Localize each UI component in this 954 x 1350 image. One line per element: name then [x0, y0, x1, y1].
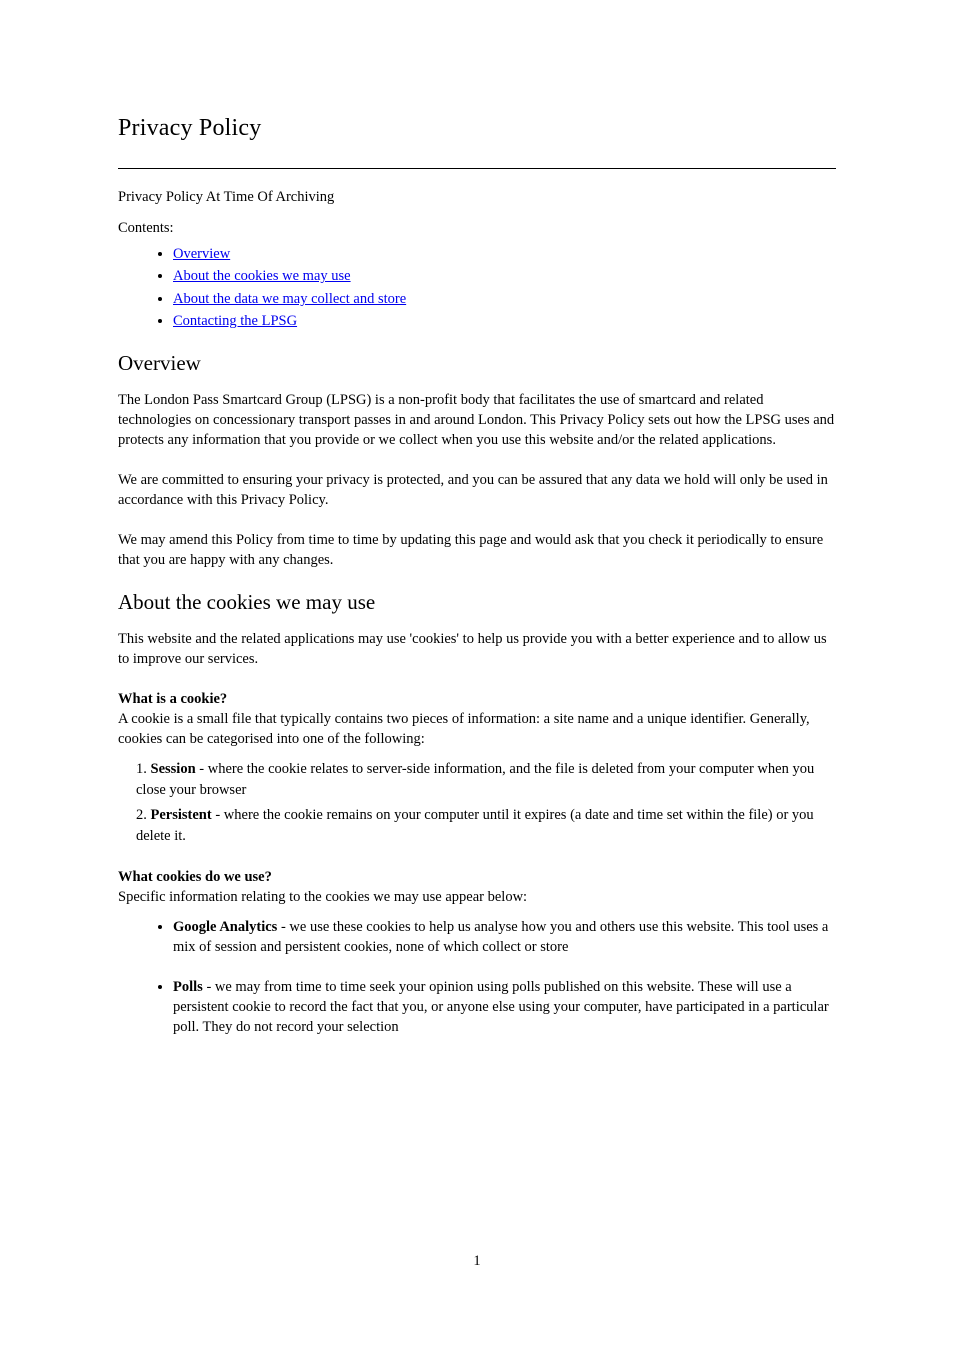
- toc-item: About the cookies we may use: [173, 265, 836, 287]
- table-of-contents: Overview About the cookies we may use Ab…: [173, 243, 836, 333]
- toc-link-cookies[interactable]: About the cookies we may use: [173, 268, 351, 284]
- subtitle: Privacy Policy At Time Of Archiving: [118, 189, 836, 206]
- toc-item: Contacting the LPSG: [173, 310, 836, 332]
- toc-item: About the data we may collect and store: [173, 288, 836, 310]
- section-heading-overview: Overview: [118, 351, 836, 376]
- toc-link-data[interactable]: About the data we may collect and store: [173, 291, 406, 307]
- page-number: 1: [0, 1253, 954, 1270]
- what-is-cookie-text: A cookie is a small file that typically …: [118, 711, 810, 747]
- toc-item: Overview: [173, 243, 836, 265]
- toc-link-contact[interactable]: Contacting the LPSG: [173, 313, 297, 329]
- title-divider: [118, 168, 836, 169]
- toc-link-overview[interactable]: Overview: [173, 246, 230, 262]
- cookie-item-polls: Polls - we may from time to time seek yo…: [173, 977, 836, 1037]
- section-heading-cookies: About the cookies we may use: [118, 590, 836, 615]
- overview-paragraph: We may amend this Policy from time to ti…: [118, 530, 836, 570]
- what-is-cookie-label: What is a cookie?: [118, 691, 227, 707]
- cookies-intro: This website and the related application…: [118, 629, 836, 669]
- cookie-type-persistent: 2. Persistent - where the cookie remains…: [136, 805, 836, 847]
- cookie-type-session: 1. Session - where the cookie relates to…: [136, 759, 836, 801]
- contents-label: Contents:: [118, 220, 836, 237]
- our-cookies-intro: Specific information relating to the coo…: [118, 889, 527, 905]
- our-cookies-list: Google Analytics - we use these cookies …: [173, 917, 836, 1037]
- our-cookies-label: What cookies do we use?: [118, 869, 272, 885]
- overview-paragraph: The London Pass Smartcard Group (LPSG) i…: [118, 390, 836, 450]
- overview-paragraph: We are committed to ensuring your privac…: [118, 470, 836, 510]
- page-title: Privacy Policy: [118, 115, 836, 142]
- cookie-item-analytics: Google Analytics - we use these cookies …: [173, 917, 836, 957]
